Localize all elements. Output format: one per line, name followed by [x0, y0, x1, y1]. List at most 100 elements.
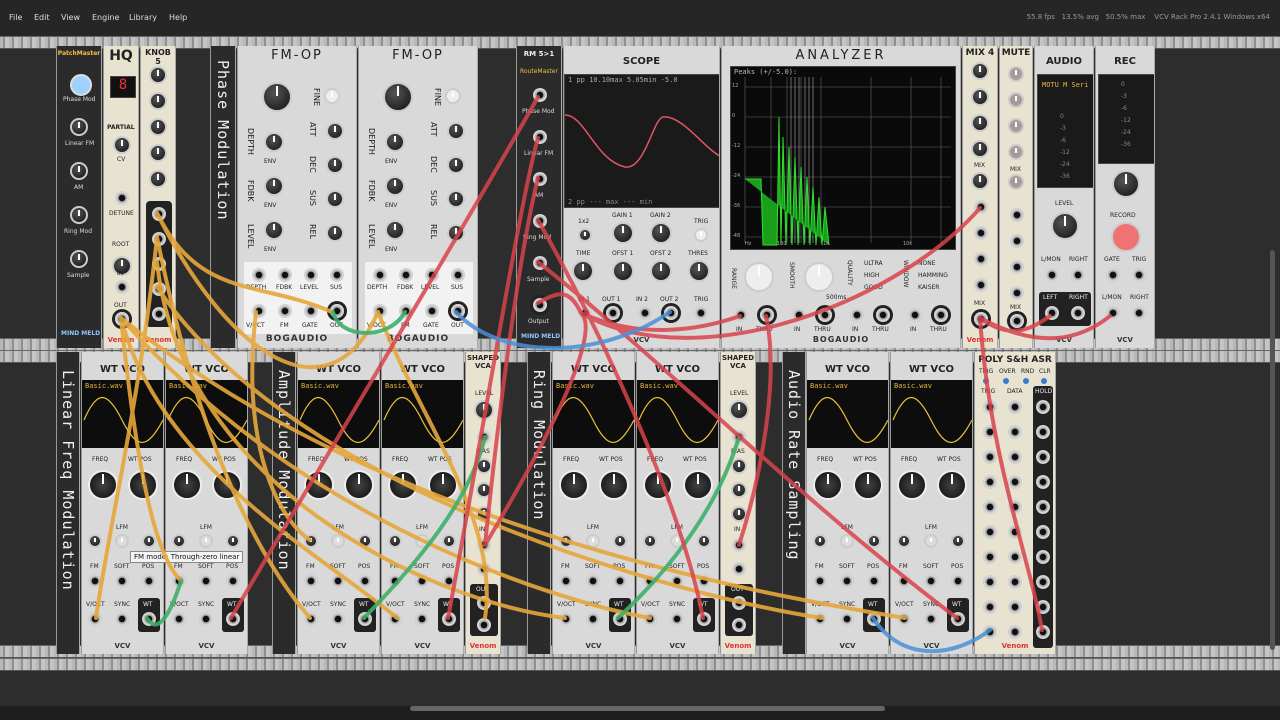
feedback-knob[interactable] — [264, 176, 284, 196]
pos-attenuator-knob[interactable] — [697, 534, 711, 548]
output-jack[interactable] — [533, 298, 547, 312]
channel-1-knob[interactable] — [971, 62, 989, 80]
knob-5[interactable] — [149, 170, 167, 188]
fine-knob[interactable] — [445, 88, 461, 104]
fm-jack[interactable] — [278, 304, 292, 318]
in1-jack[interactable] — [578, 306, 592, 320]
pos-jack[interactable] — [358, 574, 372, 588]
wt-pos-knob[interactable] — [428, 470, 458, 500]
hold-jack[interactable] — [1036, 425, 1050, 439]
lfm-switch[interactable] — [331, 534, 345, 548]
menu-edit[interactable]: Edit — [34, 13, 50, 22]
vertical-scrollbar[interactable] — [1270, 250, 1275, 650]
data-jack[interactable] — [1008, 625, 1022, 639]
window-option[interactable]: KAISER — [918, 284, 939, 291]
voct-jack[interactable] — [897, 612, 911, 626]
knob-1[interactable] — [149, 66, 167, 84]
feedback-knob[interactable] — [385, 176, 405, 196]
pos-attenuator-knob[interactable] — [358, 534, 372, 548]
ratio-knob[interactable] — [383, 82, 413, 112]
rec-level-knob[interactable] — [1112, 170, 1140, 198]
mix-out-jack[interactable] — [974, 312, 988, 326]
fdbk-cv-jack[interactable] — [399, 268, 413, 282]
gate-jack[interactable] — [1106, 268, 1120, 282]
depth-cv-jack[interactable] — [373, 268, 387, 282]
data-jack[interactable] — [1008, 525, 1022, 539]
gate-jack[interactable] — [304, 304, 318, 318]
phase-mod-button[interactable] — [70, 74, 92, 96]
knob-4[interactable] — [149, 144, 167, 162]
sync-jack[interactable] — [415, 612, 429, 626]
in-jack[interactable] — [115, 280, 129, 294]
thru-jack[interactable] — [876, 308, 890, 322]
frequency-knob[interactable] — [643, 470, 673, 500]
menu-file[interactable]: File — [9, 13, 22, 22]
mute-button-3[interactable] — [1008, 118, 1024, 134]
trig-jack[interactable] — [983, 500, 997, 514]
knob-3[interactable] — [149, 118, 167, 136]
device-select[interactable]: MOTU M Seri — [1042, 81, 1093, 89]
soft-jack[interactable] — [586, 574, 600, 588]
voct-jack[interactable] — [643, 612, 657, 626]
out-jack-3[interactable] — [152, 257, 166, 271]
wt-pos-knob[interactable] — [937, 470, 967, 500]
pos-attenuator-knob[interactable] — [142, 534, 156, 548]
data-jack[interactable] — [1008, 575, 1022, 589]
trig-jack[interactable] — [983, 625, 997, 639]
trig-jack[interactable] — [983, 525, 997, 539]
channel-2-knob[interactable] — [971, 88, 989, 106]
trig-jack[interactable] — [983, 575, 997, 589]
out-left-jack[interactable] — [1045, 306, 1059, 320]
hold-jack[interactable] — [1036, 600, 1050, 614]
sync-jack[interactable] — [586, 612, 600, 626]
out-jack-4[interactable] — [1010, 286, 1024, 300]
channel-3-knob[interactable] — [971, 114, 989, 132]
in-jack[interactable] — [734, 308, 748, 322]
wt-pos-knob[interactable] — [599, 470, 629, 500]
lfm-switch[interactable] — [415, 534, 429, 548]
offset2-knob[interactable] — [650, 260, 672, 282]
level-knob[interactable] — [474, 400, 494, 420]
voct-jack[interactable] — [88, 612, 102, 626]
1x2-button[interactable] — [578, 228, 592, 242]
pos-jack[interactable] — [442, 574, 456, 588]
level-knob[interactable] — [1051, 212, 1079, 240]
level-cv-jack[interactable] — [304, 268, 318, 282]
wt-pos-knob[interactable] — [212, 470, 242, 500]
partial-knob[interactable] — [113, 136, 131, 154]
release-knob[interactable] — [326, 224, 344, 242]
linear-fm-jack[interactable] — [533, 130, 547, 144]
ratio-knob[interactable] — [262, 82, 292, 112]
voct-jack[interactable] — [388, 612, 402, 626]
release-knob[interactable] — [447, 224, 465, 242]
out-jack[interactable] — [451, 304, 465, 318]
cv-jack[interactable] — [115, 191, 129, 205]
out-left-jack[interactable] — [477, 596, 491, 610]
sync-jack[interactable] — [840, 612, 854, 626]
in-left-jack[interactable] — [477, 538, 491, 552]
mute-button-4[interactable] — [1008, 144, 1024, 160]
level-knob[interactable] — [385, 220, 405, 240]
data-jack[interactable] — [1008, 475, 1022, 489]
trig-jack[interactable] — [694, 306, 708, 320]
in-jack[interactable] — [850, 308, 864, 322]
in-right-jack[interactable] — [1071, 268, 1085, 282]
fm-attenuator-knob[interactable] — [388, 534, 402, 548]
rec-left-jack[interactable] — [1106, 306, 1120, 320]
soft-jack[interactable] — [840, 574, 854, 588]
smooth-knob[interactable] — [804, 262, 834, 292]
trig-jack[interactable] — [983, 400, 997, 414]
menu-view[interactable]: View — [61, 13, 80, 22]
fm-jack[interactable] — [388, 574, 402, 588]
voct-jack[interactable] — [813, 612, 827, 626]
depth-knob[interactable] — [264, 132, 284, 152]
hold-jack[interactable] — [1036, 400, 1050, 414]
voct-jack[interactable] — [172, 612, 186, 626]
out-jack-3[interactable] — [1010, 260, 1024, 274]
fm-attenuator-knob[interactable] — [813, 534, 827, 548]
rec-right-jack[interactable] — [1132, 306, 1146, 320]
quality-option[interactable]: GOOD — [864, 284, 883, 291]
wt-pos-knob[interactable] — [853, 470, 883, 500]
sustain-knob[interactable] — [326, 190, 344, 208]
record-button[interactable] — [1111, 222, 1141, 252]
